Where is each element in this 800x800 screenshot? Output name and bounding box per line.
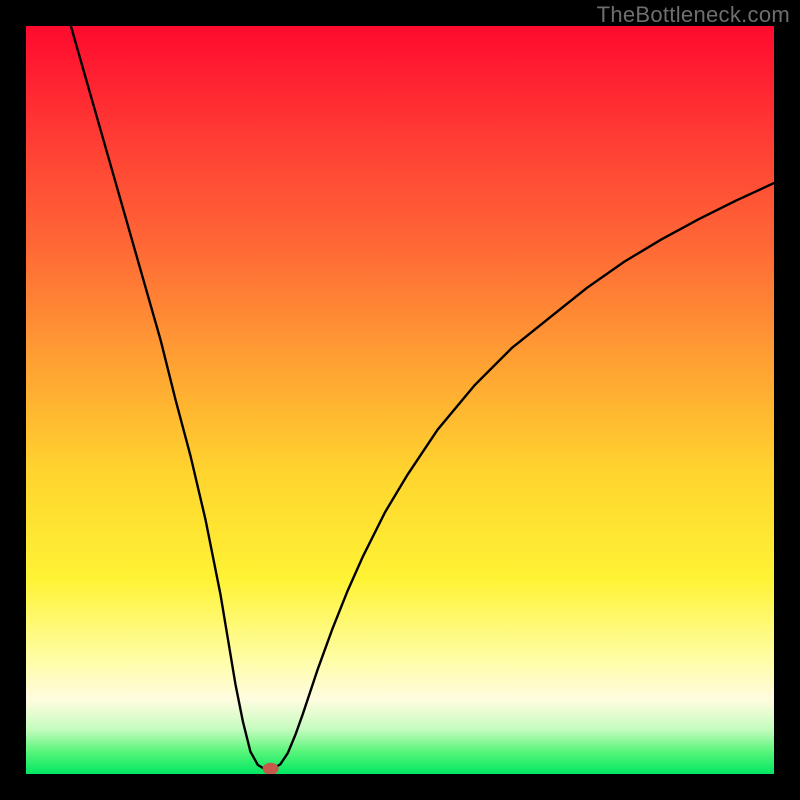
plot-area xyxy=(26,26,774,774)
bottleneck-curve-line xyxy=(71,26,774,770)
minimum-marker-dot xyxy=(263,763,279,774)
watermark-text: TheBottleneck.com xyxy=(597,2,790,28)
curve-svg xyxy=(26,26,774,774)
chart-frame: TheBottleneck.com xyxy=(0,0,800,800)
